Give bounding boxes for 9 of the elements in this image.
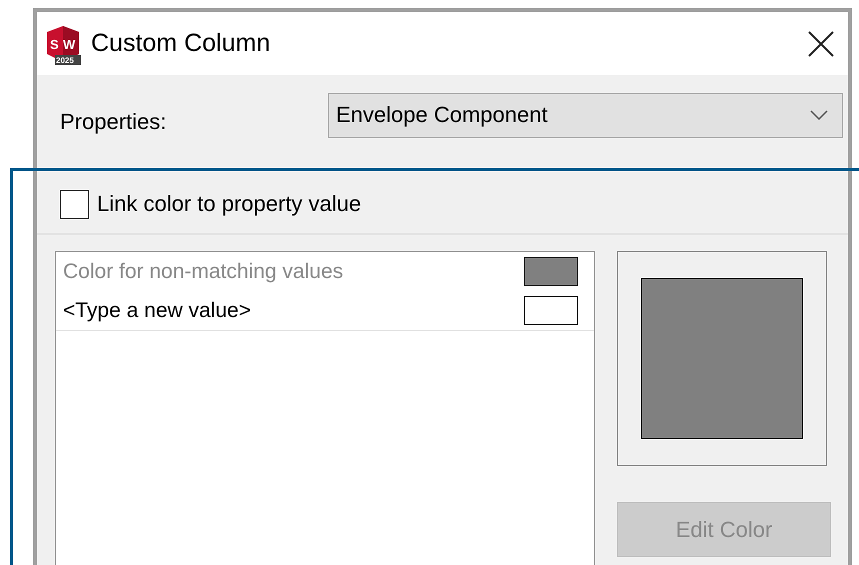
properties-dropdown[interactable]: Envelope Component <box>328 92 843 138</box>
link-color-checkbox[interactable] <box>60 190 89 218</box>
properties-label: Properties: <box>60 109 168 135</box>
window-title: Custom Column <box>91 29 272 58</box>
close-icon[interactable] <box>808 30 834 56</box>
chevron-down-icon <box>810 110 828 120</box>
color-swatch[interactable] <box>524 296 578 325</box>
checkbox-label: Link color to property value <box>97 191 362 217</box>
value-item[interactable]: <Type a new value> <box>63 298 251 322</box>
